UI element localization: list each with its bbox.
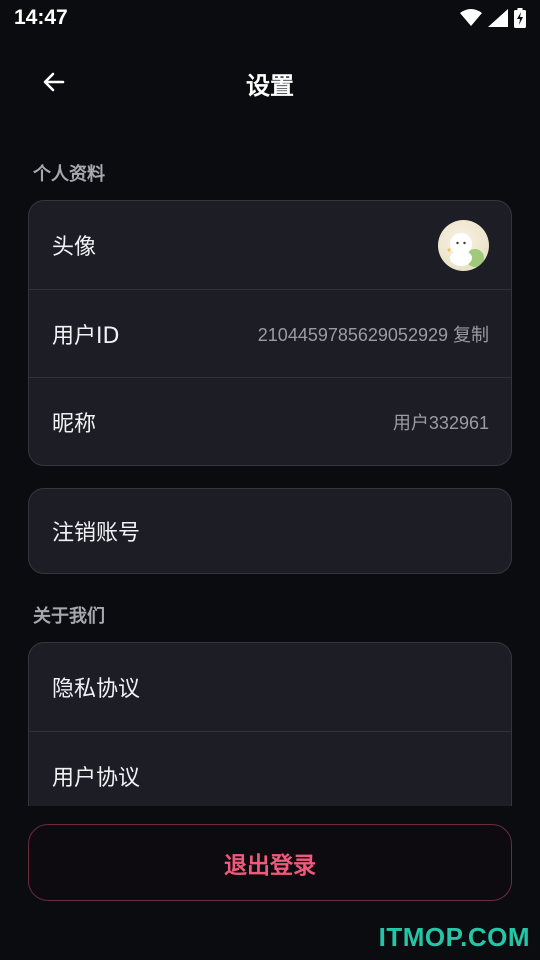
nickname-row[interactable]: 昵称 用户332961: [29, 377, 511, 465]
user-id-label: 用户ID: [52, 323, 120, 349]
privacy-policy-label: 隐私协议: [52, 677, 141, 702]
avatar-row[interactable]: 头像: [29, 201, 511, 289]
delete-account-label: 注销账号: [52, 521, 141, 546]
user-agreement-row[interactable]: 用户协议: [29, 731, 511, 806]
user-id-value-copy[interactable]: 2104459785629052929 复制: [258, 321, 489, 347]
nickname-label: 昵称: [52, 411, 97, 437]
about-card: 隐私协议 用户协议: [28, 642, 512, 806]
delete-account-row[interactable]: 注销账号: [29, 489, 511, 573]
settings-scroll-area[interactable]: 个人资料 头像 用户ID 2104459785629052929 复制 昵称 用…: [0, 0, 540, 806]
section-title-about: 关于我们: [33, 606, 105, 627]
user-agreement-label: 用户协议: [52, 765, 141, 791]
section-title-profile: 个人资料: [33, 164, 105, 185]
user-id-row[interactable]: 用户ID 2104459785629052929 复制: [29, 289, 511, 377]
logout-label: 退出登录: [224, 852, 316, 879]
logout-button[interactable]: 退出登录: [28, 824, 512, 901]
account-card: 注销账号: [28, 488, 512, 574]
avatar-row-label: 头像: [52, 235, 97, 260]
profile-card: 头像 用户ID 2104459785629052929 复制 昵称 用户3329…: [28, 200, 512, 466]
nickname-value: 用户332961: [392, 412, 489, 433]
privacy-policy-row[interactable]: 隐私协议: [29, 643, 511, 731]
avatar[interactable]: [438, 219, 489, 271]
watermark: ITMOP.COM: [378, 922, 530, 952]
